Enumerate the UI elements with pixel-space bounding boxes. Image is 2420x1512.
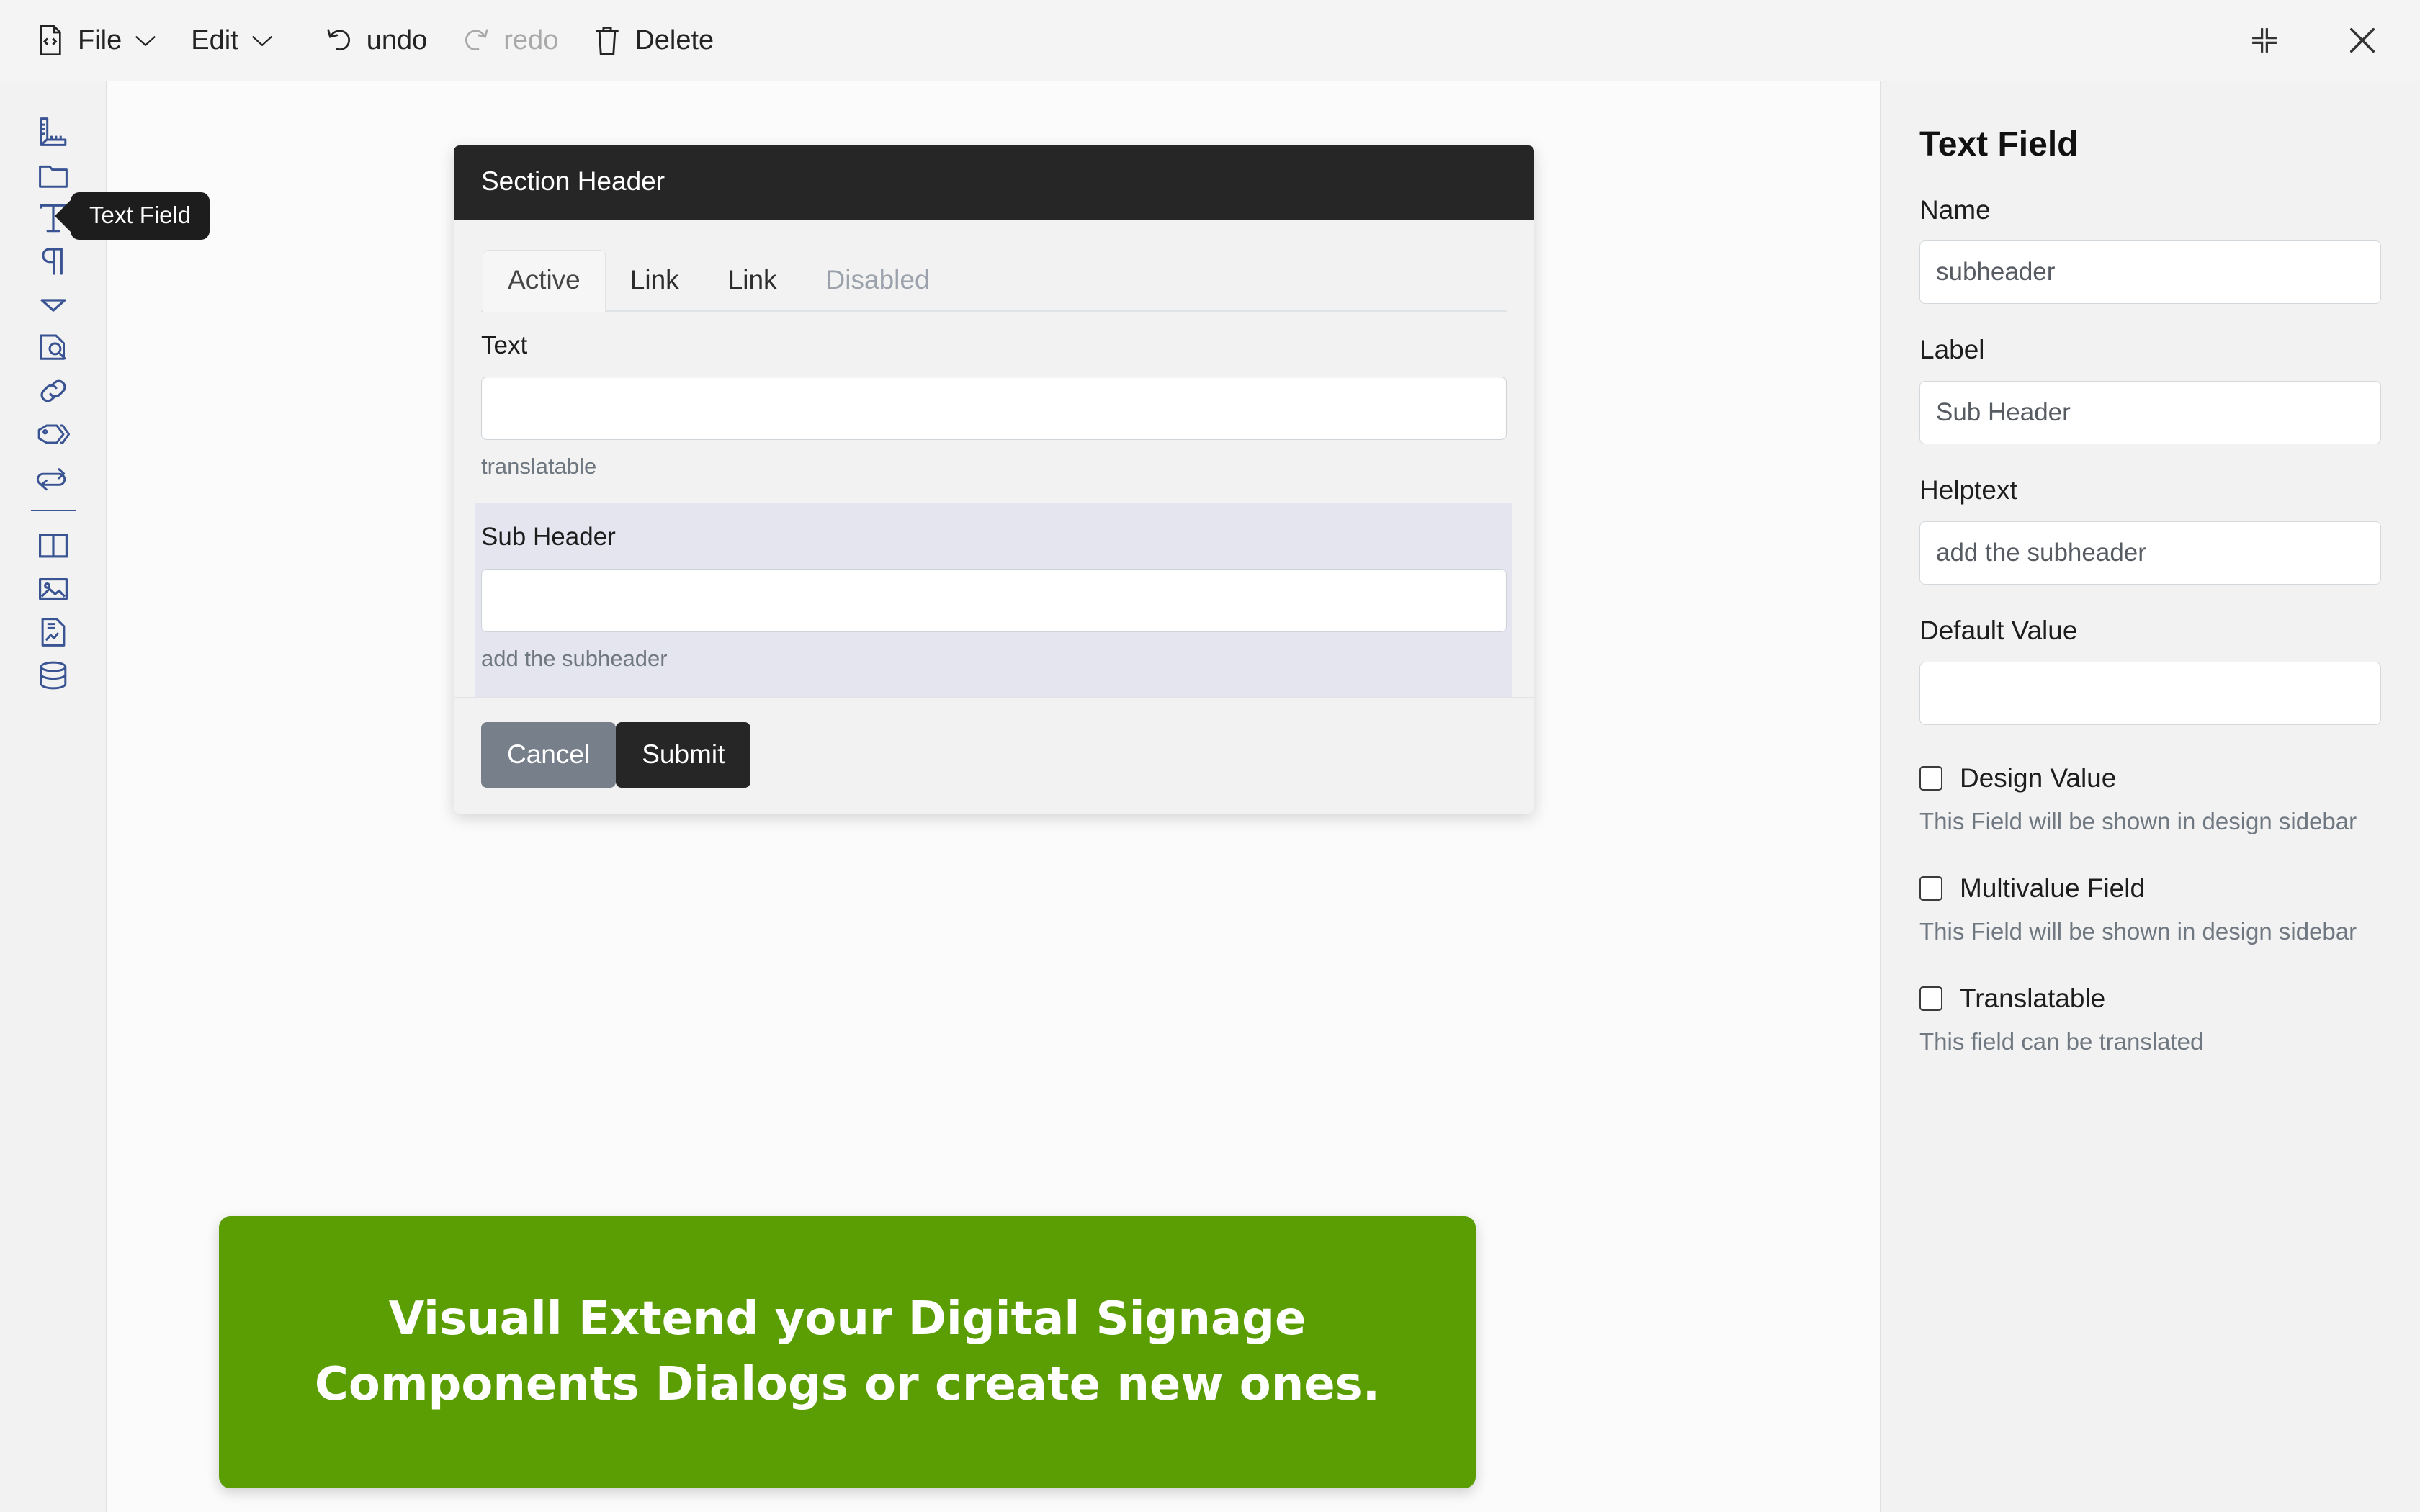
close-button[interactable] — [2328, 6, 2397, 75]
rail-item-repeat[interactable] — [0, 456, 107, 499]
tab-link-1[interactable]: Link — [606, 251, 704, 310]
helptext-field-input[interactable]: add the subheader — [1919, 521, 2381, 585]
rail-item-folder[interactable] — [0, 153, 107, 197]
undo-label: undo — [367, 27, 428, 54]
trash-icon — [591, 24, 623, 56]
field-help-subheader: add the subheader — [481, 647, 1507, 671]
properties-panel: Text Field Name subheader Label Sub Head… — [1880, 81, 2420, 1512]
rail-item-columns[interactable] — [0, 524, 107, 567]
rail-item-ruler[interactable] — [0, 110, 107, 153]
dialog-title: Section Header — [454, 145, 1534, 220]
translatable-row: Translatable — [1919, 984, 2381, 1014]
multivalue-field-row: Multivalue Field — [1919, 874, 2381, 904]
rail-item-document-search[interactable] — [0, 326, 107, 369]
file-menu-button[interactable]: File — [24, 19, 168, 62]
helptext-field-label: Helptext — [1919, 476, 2381, 505]
delete-button[interactable]: Delete — [581, 19, 724, 62]
translatable-help: This field can be translated — [1919, 1029, 2381, 1055]
label-field-input[interactable]: Sub Header — [1919, 381, 2381, 444]
field-label-text: Text — [481, 332, 1507, 360]
design-value-label: Design Value — [1960, 764, 2116, 793]
file-code-icon — [35, 24, 66, 56]
app-root: File Edit undo — [0, 0, 2420, 1512]
collapse-button[interactable] — [2230, 6, 2299, 75]
tab-link-2[interactable]: Link — [704, 251, 802, 310]
delete-label: Delete — [635, 27, 714, 54]
repeat-icon — [36, 461, 71, 494]
edit-menu-button[interactable]: Edit — [181, 21, 284, 60]
rail-item-file-chart[interactable] — [0, 611, 107, 654]
folder-icon — [37, 158, 70, 192]
undo-button[interactable]: undo — [313, 19, 438, 62]
design-value-help: This Field will be shown in design sideb… — [1919, 809, 2381, 834]
rail-tooltip: Text Field — [71, 192, 210, 240]
subheader-input[interactable] — [481, 569, 1507, 632]
rail-item-tags[interactable] — [0, 413, 107, 456]
translatable-label: Translatable — [1960, 984, 2105, 1014]
redo-icon — [460, 24, 492, 56]
dialog-preview: Section Header Active Link Link Disabled… — [454, 145, 1534, 814]
default-value-field-input[interactable] — [1919, 662, 2381, 725]
redo-button[interactable]: redo — [450, 19, 568, 62]
promo-banner[interactable]: Visuall Extend your Digital Signage Comp… — [219, 1216, 1476, 1488]
rail-divider — [31, 510, 76, 511]
name-field-input[interactable]: subheader — [1919, 240, 2381, 304]
tags-icon — [36, 418, 71, 451]
link-icon — [37, 374, 70, 408]
promo-banner-text: Visuall Extend your Digital Signage Comp… — [262, 1287, 1433, 1418]
design-value-checkbox[interactable] — [1919, 766, 1942, 791]
field-block-subheader: Sub Header add the subheader — [475, 503, 1512, 697]
tab-active[interactable]: Active — [483, 250, 606, 312]
ruler-icon — [37, 115, 70, 148]
multivalue-field-label: Multivalue Field — [1960, 874, 2145, 904]
field-block-text: Text translatable — [481, 312, 1507, 504]
database-icon — [37, 660, 70, 690]
name-field-label: Name — [1919, 196, 2381, 225]
redo-label: redo — [503, 27, 558, 54]
edit-menu-label: Edit — [191, 27, 238, 54]
image-icon — [37, 575, 70, 603]
undo-icon — [323, 24, 355, 56]
columns-icon — [37, 531, 70, 560]
design-canvas[interactable]: Section Header Active Link Link Disabled… — [107, 81, 1880, 1512]
file-menu-label: File — [78, 27, 122, 54]
label-field-label: Label — [1919, 336, 2381, 365]
multivalue-field-help: This Field will be shown in design sideb… — [1919, 919, 2381, 945]
top-toolbar: File Edit undo — [0, 0, 2420, 81]
chevron-down-icon — [133, 28, 158, 53]
cancel-button[interactable]: Cancel — [481, 722, 616, 788]
dialog-body: Active Link Link Disabled Text translata… — [454, 220, 1534, 697]
file-chart-icon — [37, 616, 70, 649]
panel-title: Text Field — [1919, 126, 2381, 164]
document-search-icon — [37, 331, 70, 364]
text-input[interactable] — [481, 377, 1507, 440]
field-help-text: translatable — [481, 454, 1507, 479]
translatable-checkbox[interactable] — [1919, 986, 1942, 1011]
rail-item-image[interactable] — [0, 567, 107, 611]
field-label-subheader: Sub Header — [481, 523, 1507, 552]
dropdown-icon — [37, 294, 70, 315]
rail-item-link[interactable] — [0, 369, 107, 413]
submit-button[interactable]: Submit — [616, 722, 750, 788]
left-tool-rail — [0, 81, 107, 1512]
tab-disabled: Disabled — [802, 251, 954, 310]
default-value-field-label: Default Value — [1919, 616, 2381, 646]
rail-item-paragraph[interactable] — [0, 240, 107, 283]
design-value-row: Design Value — [1919, 764, 2381, 793]
rail-item-dropdown[interactable] — [0, 283, 107, 326]
dialog-footer: Cancel Submit — [454, 697, 1534, 814]
paragraph-icon — [37, 245, 70, 278]
chevron-down-icon — [250, 28, 274, 53]
multivalue-field-checkbox[interactable] — [1919, 876, 1942, 901]
dialog-tabs: Active Link Link Disabled — [481, 250, 1507, 312]
rail-item-database[interactable] — [0, 654, 107, 697]
